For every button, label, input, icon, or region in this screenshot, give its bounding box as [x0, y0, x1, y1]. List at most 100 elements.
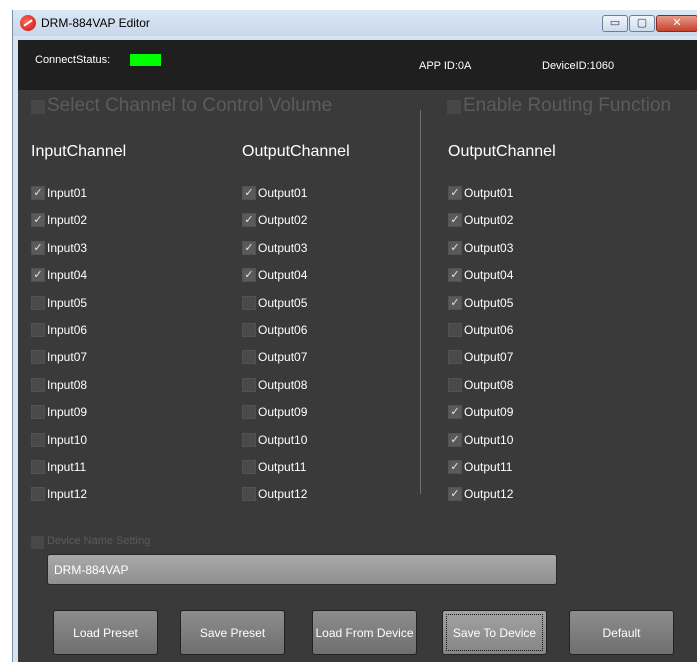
input-channel-checkbox[interactable] [31, 296, 45, 310]
output-channel-checkbox[interactable] [242, 350, 256, 364]
input-channel-row[interactable]: ✓ Input03 [31, 239, 87, 257]
output-channel-checkbox[interactable] [242, 296, 256, 310]
routing-output-channel-row[interactable]: Output07 [448, 348, 513, 366]
input-channel-row[interactable]: Input08 [31, 376, 87, 394]
routing-output-channel-checkbox[interactable]: ✓ [448, 487, 462, 501]
routing-output-channel-checkbox[interactable]: ✓ [448, 433, 462, 447]
routing-output-channel-checkbox[interactable] [448, 378, 462, 392]
routing-output-channel-checkbox[interactable]: ✓ [448, 213, 462, 227]
routing-output-channel-checkbox[interactable]: ✓ [448, 405, 462, 419]
routing-output-channel-checkbox[interactable] [448, 323, 462, 337]
title-bar[interactable]: DRM-884VAP Editor ▭ ▢ ✕ [13, 10, 697, 36]
routing-output-channel-checkbox[interactable]: ✓ [448, 186, 462, 200]
input-channel-checkbox[interactable]: ✓ [31, 241, 45, 255]
load-from-device-button[interactable]: Load From Device [312, 610, 417, 655]
routing-output-channel-checkbox[interactable]: ✓ [448, 241, 462, 255]
output-channel-checkbox[interactable] [242, 460, 256, 474]
output-channel-row[interactable]: Output12 [242, 485, 307, 503]
input-channel-row[interactable]: Input11 [31, 458, 86, 476]
input-channel-row[interactable]: Input09 [31, 403, 87, 421]
routing-output-channel-row[interactable]: ✓ Output09 [448, 403, 513, 421]
input-channel-checkbox[interactable]: ✓ [31, 186, 45, 200]
input-channel-checkbox[interactable] [31, 487, 45, 501]
input-channel-row[interactable]: Input10 [31, 431, 87, 449]
output-channel-label: Output01 [258, 186, 308, 200]
output-channel-row[interactable]: ✓ Output02 [242, 211, 307, 229]
output-channel-label: Output05 [258, 296, 308, 310]
routing-output-channel-row[interactable]: ✓ Output12 [448, 485, 513, 503]
checkmark-icon: ✓ [450, 241, 460, 254]
routing-output-channel-checkbox[interactable]: ✓ [448, 460, 462, 474]
output-channel-row[interactable]: ✓ Output01 [242, 184, 307, 202]
checkmark-icon: ✓ [33, 241, 43, 254]
output-channel-checkbox[interactable]: ✓ [242, 213, 256, 227]
input-channel-row[interactable]: ✓ Input02 [31, 211, 87, 229]
output-channel-row[interactable]: Output06 [242, 321, 307, 339]
routing-output-channel-row[interactable]: ✓ Output02 [448, 211, 513, 229]
output-channel-checkbox[interactable] [242, 433, 256, 447]
checkmark-icon: ✓ [450, 405, 460, 418]
output-channel-checkbox[interactable]: ✓ [242, 241, 256, 255]
routing-output-channel-row[interactable]: ✓ Output11 [448, 458, 512, 476]
output-channel-row[interactable]: Output05 [242, 294, 307, 312]
device-name-input[interactable] [47, 554, 557, 585]
input-channel-checkbox[interactable] [31, 405, 45, 419]
output-channel-row[interactable]: Output10 [242, 431, 307, 449]
input-channel-row[interactable]: Input05 [31, 294, 87, 312]
routing-enable-checkbox[interactable] [447, 100, 461, 114]
input-channel-checkbox[interactable] [31, 460, 45, 474]
input-channel-row[interactable]: Input06 [31, 321, 87, 339]
checkmark-icon: ✓ [244, 213, 254, 226]
output-channel-row[interactable]: Output11 [242, 458, 306, 476]
routing-output-channel-label: Output09 [464, 405, 514, 419]
output-channel-checkbox[interactable] [242, 405, 256, 419]
output-channel-row[interactable]: ✓ Output03 [242, 239, 307, 257]
input-channel-checkbox[interactable] [31, 350, 45, 364]
window-title: DRM-884VAP Editor [41, 16, 150, 30]
input-channel-row[interactable]: Input12 [31, 485, 87, 503]
close-button[interactable]: ✕ [656, 15, 697, 32]
output-channel-checkbox[interactable] [242, 487, 256, 501]
output-channel-row[interactable]: Output08 [242, 376, 307, 394]
input-channel-checkbox[interactable]: ✓ [31, 268, 45, 282]
app-id-label: APP ID:0A [419, 60, 472, 72]
output-channel-checkbox[interactable] [242, 323, 256, 337]
routing-output-channel-label: Output08 [464, 378, 514, 392]
output-channel-label: Output06 [258, 323, 308, 337]
input-channel-checkbox[interactable]: ✓ [31, 213, 45, 227]
input-channel-checkbox[interactable] [31, 323, 45, 337]
volume-control-checkbox[interactable] [31, 100, 45, 114]
routing-output-channel-row[interactable]: Output06 [448, 321, 513, 339]
output-channel-row[interactable]: ✓ Output04 [242, 266, 307, 284]
output-channel-checkbox[interactable]: ✓ [242, 268, 256, 282]
routing-output-channel-checkbox[interactable] [448, 350, 462, 364]
input-channel-row[interactable]: ✓ Input01 [31, 184, 87, 202]
save-to-device-button[interactable]: Save To Device [442, 610, 547, 655]
input-channel-label: Input03 [47, 241, 88, 255]
routing-output-channel-row[interactable]: Output08 [448, 376, 513, 394]
maximize-button[interactable]: ▢ [629, 15, 655, 32]
load-preset-button[interactable]: Load Preset [53, 610, 158, 655]
routing-output-channel-row[interactable]: ✓ Output05 [448, 294, 513, 312]
routing-output-channel-row[interactable]: ✓ Output01 [448, 184, 513, 202]
input-channel-row[interactable]: ✓ Input04 [31, 266, 87, 284]
output-channel-row[interactable]: Output09 [242, 403, 307, 421]
output-channel-row[interactable]: Output07 [242, 348, 307, 366]
volume-control-title: Select Channel to Control Volume [47, 95, 333, 116]
routing-output-channel-row[interactable]: ✓ Output10 [448, 431, 513, 449]
device-name-checkbox[interactable] [31, 536, 44, 549]
input-channel-checkbox[interactable] [31, 433, 45, 447]
output-channel-checkbox[interactable] [242, 378, 256, 392]
output-channel-checkbox[interactable]: ✓ [242, 186, 256, 200]
checkmark-icon: ✓ [450, 296, 460, 309]
routing-output-channel-checkbox[interactable]: ✓ [448, 296, 462, 310]
routing-output-channel-row[interactable]: ✓ Output04 [448, 266, 513, 284]
input-channel-checkbox[interactable] [31, 378, 45, 392]
input-channel-row[interactable]: Input07 [31, 348, 87, 366]
routing-output-channel-checkbox[interactable]: ✓ [448, 268, 462, 282]
save-preset-button[interactable]: Save Preset [180, 610, 285, 655]
minimize-button[interactable]: ▭ [602, 15, 628, 32]
routing-output-channel-row[interactable]: ✓ Output03 [448, 239, 513, 257]
routing-output-channel-label: Output01 [464, 186, 514, 200]
default-button[interactable]: Default [569, 610, 674, 655]
